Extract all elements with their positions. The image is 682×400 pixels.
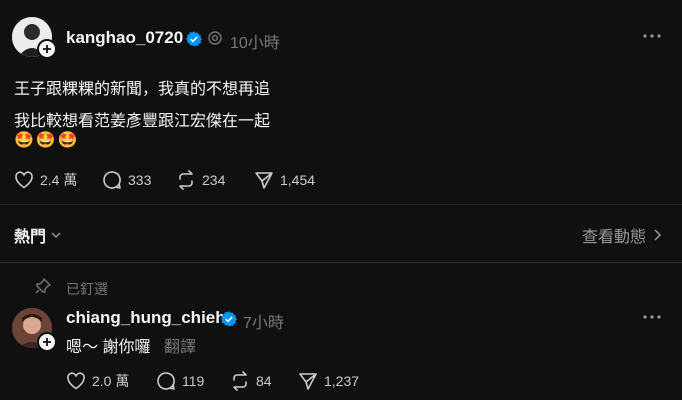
reply-reply-button[interactable]: 119 xyxy=(156,371,204,391)
comment-icon xyxy=(103,171,121,189)
sort-dropdown[interactable]: 熱門 xyxy=(14,223,62,247)
reply-username[interactable]: chiang_hung_chieh xyxy=(66,308,226,328)
view-activity-link[interactable]: 查看動態 xyxy=(582,223,662,247)
divider xyxy=(0,204,682,205)
reply-share-button[interactable]: 1,237 xyxy=(298,371,359,391)
repost-icon xyxy=(179,170,193,190)
post-text-line-1: 王子跟粿粿的新聞，我真的不想再追 xyxy=(14,81,271,98)
like-count: 2.0 萬 xyxy=(92,373,130,389)
heart-icon xyxy=(15,171,33,189)
divider xyxy=(0,262,682,263)
emoji-line: 🤩🤩🤩 xyxy=(14,132,80,149)
share-button[interactable]: 1,454 xyxy=(254,170,315,190)
heart-icon xyxy=(67,372,85,390)
like-count: 2.4 萬 xyxy=(40,172,78,188)
pinned-label: 已釘選 xyxy=(66,281,108,297)
repost-button[interactable]: 234 xyxy=(176,170,225,190)
follow-plus-icon[interactable] xyxy=(37,39,57,59)
repost-icon xyxy=(233,371,247,391)
repost-count: 234 xyxy=(202,172,226,188)
chevron-right-icon xyxy=(654,229,662,241)
verified-badge-icon xyxy=(221,311,237,327)
threads-icon xyxy=(208,31,222,45)
like-button[interactable]: 2.4 萬 xyxy=(14,170,77,190)
send-icon xyxy=(299,373,317,390)
comment-icon xyxy=(157,372,175,390)
sort-label: 熱門 xyxy=(14,229,47,246)
chevron-down-icon xyxy=(51,232,61,239)
reply-text: 嗯～ 謝你囉 xyxy=(66,339,151,356)
share-count: 1,237 xyxy=(324,373,360,389)
verified-badge-icon xyxy=(186,31,202,47)
post-time[interactable]: 10小時 xyxy=(230,29,280,53)
repost-count: 84 xyxy=(256,373,272,389)
translate-link[interactable]: 翻譯 xyxy=(164,333,196,357)
post-username[interactable]: kanghao_0720 xyxy=(66,28,183,48)
reply-repost-button[interactable]: 84 xyxy=(230,371,272,391)
more-options-icon[interactable] xyxy=(643,33,661,39)
reply-time[interactable]: 7小時 xyxy=(243,309,284,333)
share-count: 1,454 xyxy=(280,172,316,188)
view-activity-label: 查看動態 xyxy=(581,229,646,246)
reply-count: 333 xyxy=(128,172,152,188)
more-options-icon[interactable] xyxy=(643,314,661,320)
pin-icon xyxy=(35,278,51,294)
send-icon xyxy=(255,172,273,189)
reply-like-button[interactable]: 2.0 萬 xyxy=(66,371,129,391)
post-text-line-2: 我比較想看范姜彥豐跟江宏傑在一起 xyxy=(14,113,271,130)
follow-plus-icon[interactable] xyxy=(37,332,57,352)
reply-count: 119 xyxy=(182,373,205,389)
reply-button[interactable]: 333 xyxy=(102,170,151,190)
